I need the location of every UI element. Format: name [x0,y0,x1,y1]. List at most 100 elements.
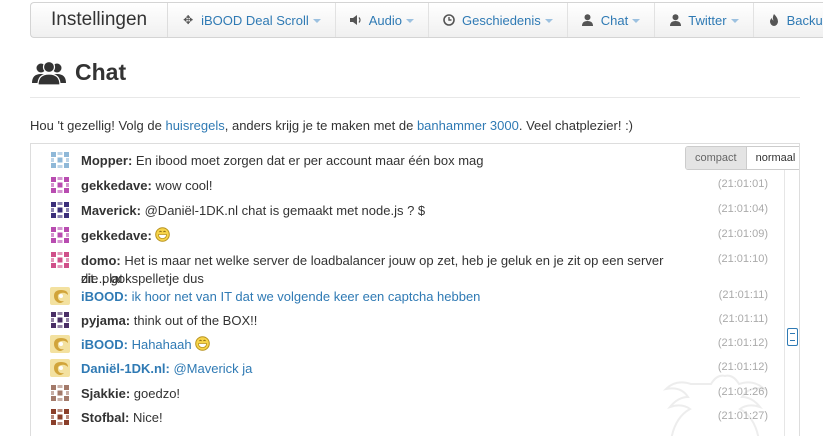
message-timestamp: (21:01:12) [717,361,768,373]
message-line: gekkedave: [81,227,681,245]
message-author[interactable]: Mopper: [81,153,132,168]
message-text: Nice! [133,410,163,425]
chat-message: gekkedave: wow cool! (21:01:01) [50,175,768,195]
fire-icon [768,14,780,26]
message-line: Daniël-1DK.nl: @Maverick ja [81,360,681,378]
message-timestamp: (21:01:27) [717,410,768,422]
nav-item-label: Backup [786,12,823,28]
nav-item-deal-scroll[interactable]: ✥ iBOOD Deal Scroll [168,3,336,37]
message-line: pyjama: think out of the BOX!! [81,312,681,330]
message-timestamp: (21:01:12) [717,337,768,349]
chat-intro-text: Hou 't gezellig! Volg de huisregels, and… [30,118,633,133]
avatar[interactable] [50,335,70,353]
chat-message: pyjama: think out of the BOX!! (21:01:11) [50,310,768,330]
message-author[interactable]: iBOOD: [81,289,128,304]
message-line: Mopper: En ibood moet zorgen dat er per … [81,152,681,170]
user-icon [582,14,594,26]
caret-down-icon [730,19,739,23]
message-timestamp: (21:01:11) [718,313,768,325]
clock-icon [443,14,455,26]
settings-navbar: Instellingen ✥ iBOOD Deal Scroll Audio G… [30,2,823,38]
message-text: @Maverick ja [173,361,253,376]
message-line: Stofbal: Nice! [81,409,681,427]
message-author[interactable]: domo: [81,253,121,268]
divider [30,97,800,98]
volume-icon [349,15,362,25]
message-text: wow cool! [155,178,213,193]
chat-message: Daniël-1DK.nl: @Maverick ja (21:01:12) [50,358,768,378]
avatar[interactable] [50,359,70,377]
avatar[interactable] [50,287,70,305]
chat-message: domo: Het is maar net welke server de lo… [50,250,768,286]
nav-item-label: Geschiedenis [462,12,541,28]
avatar[interactable] [50,311,70,329]
nav-item-label: iBOOD Deal Scroll [201,12,309,28]
avatar[interactable] [50,408,70,426]
message-text: En ibood moet zorgen dat er per account … [135,153,484,168]
chat-message: iBOOD: ik hoor net van IT dat we volgend… [50,286,768,306]
message-line: gekkedave: wow cool! [81,177,681,195]
message-timestamp: (21:01:09) [717,228,768,240]
chat-message: Sjakkie: goedzo! (21:01:26) [50,383,768,403]
chat-message: gekkedave: (21:01:09) [50,225,768,245]
banhammer-link[interactable]: banhammer 3000 [417,118,519,133]
page-heading: Chat [31,59,126,86]
message-author[interactable]: gekkedave: [81,228,152,243]
nav-item-chat[interactable]: Chat [568,3,656,37]
caret-down-icon [406,19,415,23]
message-line: iBOOD: ik hoor net van IT dat we volgend… [81,288,681,306]
avatar[interactable] [50,151,70,169]
message-author[interactable]: Sjakkie: [81,386,130,401]
message-line: iBOOD: Hahahaah [81,336,681,354]
nav-item-audio[interactable]: Audio [336,3,430,37]
chat-message: Mopper: En ibood moet zorgen dat er per … [50,150,730,170]
message-text: goedzo! [133,386,181,401]
message-author[interactable]: pyjama: [81,313,130,328]
chat-scrollbar[interactable] [784,170,799,436]
message-line: Sjakkie: goedzo! [81,385,681,403]
avatar[interactable] [50,201,70,219]
nav-item-label: Audio [368,12,403,28]
intro-middle: , anders krijg je te maken met de [224,118,417,133]
scrollbar-thumb[interactable] [787,328,798,346]
caret-down-icon [544,19,553,23]
caret-down-icon [632,19,641,23]
navbar-brand[interactable]: Instellingen [31,3,169,37]
message-text: zit… gokspelletje dus [81,271,204,286]
message-timestamp: (21:01:11) [718,289,768,301]
intro-suffix: . Veel chatplezier! :) [518,118,634,133]
nav-item-backup[interactable]: Backup [754,3,823,37]
avatar[interactable] [50,226,70,244]
message-text: think out of the BOX!! [133,313,258,328]
message-text: @Daniël-1DK.nl chat is gemaakt met node.… [144,203,426,218]
avatar[interactable] [50,251,70,269]
message-author[interactable]: Daniël-1DK.nl: [81,361,170,376]
nav-item-label: Chat [600,12,629,28]
page-title: Chat [75,59,127,85]
users-icon [32,60,66,85]
nav-item-twitter[interactable]: Twitter [655,3,754,37]
message-timestamp: (21:01:01) [717,178,768,190]
message-text: Hahahaah [131,337,192,352]
message-line: Maverick: @Daniël-1DK.nl chat is gemaakt… [81,202,681,220]
message-author[interactable]: Stofbal: [81,410,129,425]
chat-message: Maverick: @Daniël-1DK.nl chat is gemaakt… [50,200,768,220]
avatar[interactable] [50,384,70,402]
house-rules-link[interactable]: huisregels [165,118,224,133]
smiley-icon [195,336,211,351]
nav-item-geschiedenis[interactable]: Geschiedenis [429,3,568,37]
message-author[interactable]: Maverick: [81,203,141,218]
chat-message: iBOOD: Hahahaah (21:01:12) [50,334,768,354]
message-timestamp: (21:01:10) [717,253,768,265]
normaal-button[interactable]: normaal [746,147,799,169]
message-author[interactable]: iBOOD: [81,337,128,352]
message-author[interactable]: gekkedave: [81,178,152,193]
avatar[interactable] [50,176,70,194]
message-timestamp: (21:01:26) [717,386,768,398]
message-text: ik hoor net van IT dat we volgende keer … [131,289,481,304]
intro-prefix: Hou 't gezellig! Volg de [30,118,166,133]
move-icon: ✥ [183,13,194,27]
smiley-icon [155,227,171,242]
chat-window: compact normaal Mopper: En ibood moet zo… [30,143,800,436]
message-timestamp: (21:01:04) [717,203,768,215]
